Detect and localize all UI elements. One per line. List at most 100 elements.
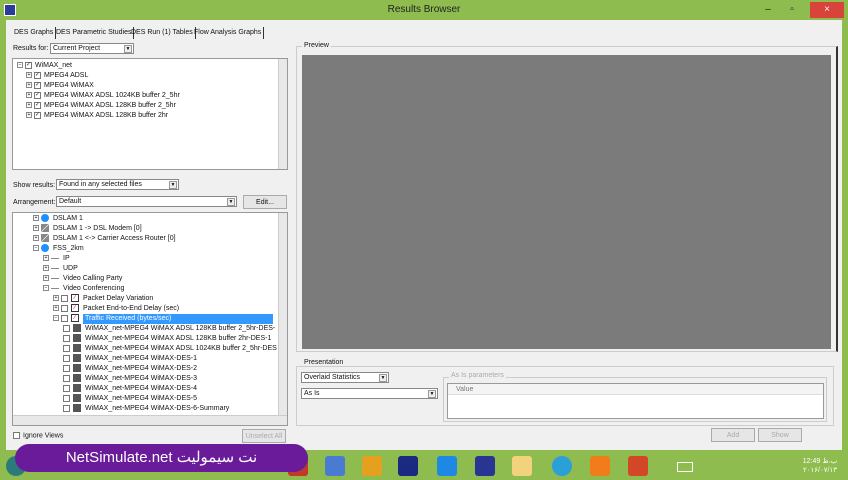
ignore-views-checkbox[interactable]: Ignore Views (13, 432, 63, 439)
statistics-tree-item[interactable]: WiMAX_net-MPEG4 WiMAX-DES-6-Summary (63, 404, 229, 414)
statistics-tree-item[interactable]: + Video Calling Party (43, 274, 122, 284)
presentation-filter-select[interactable]: As Is ▼ (301, 388, 438, 399)
checkbox[interactable]: ✓ (34, 81, 41, 89)
collapse-icon[interactable]: − (53, 315, 59, 322)
statistics-tree-item[interactable]: + ⁄ Packet End-to-End Delay (sec) (53, 304, 179, 314)
checkbox[interactable] (63, 364, 70, 372)
arrangement-select[interactable]: Default ▼ (56, 196, 237, 207)
statistics-tree-item[interactable]: + UDP (43, 264, 78, 274)
r-app-icon[interactable] (590, 456, 610, 476)
opnet-icon[interactable] (398, 456, 418, 476)
item-label: DSLAM 1 <-> Carrier Access Router [0] (53, 235, 176, 242)
file-explorer-icon[interactable] (512, 456, 532, 476)
collapse-icon[interactable]: − (33, 245, 39, 252)
show-button[interactable]: Show (758, 428, 802, 442)
graph-icon: ⁄ (71, 294, 79, 303)
checkbox[interactable] (13, 432, 20, 439)
statistics-tree-item[interactable]: − Video Conferencing (43, 284, 124, 294)
checkbox[interactable] (63, 334, 70, 342)
checkbox[interactable] (61, 314, 68, 322)
powerpoint-icon[interactable] (628, 456, 648, 476)
maximize-button[interactable]: ▫ (782, 2, 802, 18)
telegram-icon[interactable] (552, 456, 572, 476)
keyboard-icon[interactable] (677, 462, 693, 472)
statistics-tree-vscrollbar[interactable] (278, 213, 287, 415)
statistics-tree-item[interactable]: + ⁄ Packet Delay Variation (53, 294, 153, 304)
project-tree-item[interactable]: + ✓ MPEG4 WiMAX ADSL 128KB buffer 2hr (26, 111, 168, 121)
presentation-mode-select[interactable]: Overlaid Statistics ▼ (301, 372, 389, 383)
expand-icon[interactable]: + (26, 92, 32, 99)
edit-button[interactable]: Edit... (243, 195, 287, 209)
parameters-table[interactable]: Value (447, 383, 824, 419)
expand-icon[interactable]: + (26, 82, 32, 89)
checkbox[interactable]: ✓ (34, 91, 41, 99)
expand-icon[interactable]: + (26, 102, 32, 109)
close-button[interactable]: × (810, 2, 844, 18)
statistics-tree-item[interactable]: WiMAX_net-MPEG4 WiMAX-DES-5 (63, 394, 197, 404)
collapse-icon[interactable]: − (43, 285, 49, 292)
checkbox[interactable]: ✓ (34, 71, 41, 79)
show-results-select[interactable]: Found in any selected files ▼ (56, 179, 179, 190)
tab-des-run-tables[interactable]: DES Run (1) Tables (129, 27, 196, 39)
statistics-tree-item[interactable]: − ⁄ Traffic Received (bytes/sec) (53, 314, 287, 324)
checkbox[interactable] (63, 404, 70, 412)
dev-cpp-icon[interactable] (475, 456, 495, 476)
preview-label: Preview (302, 42, 331, 49)
statistics-tree-item[interactable]: + DSLAM 1 (33, 214, 83, 224)
tab-des-graphs[interactable]: DES Graphs (12, 27, 57, 39)
project-tree-item[interactable]: + ✓ MPEG4 WiMAX ADSL 128KB buffer 2_5hr (26, 101, 176, 111)
expand-icon[interactable]: + (33, 225, 39, 232)
statistics-tree-item[interactable]: WiMAX_net-MPEG4 WiMAX-DES-1 (63, 354, 197, 364)
checkbox[interactable] (63, 374, 70, 382)
add-button[interactable]: Add (711, 428, 755, 442)
statistics-tree-item[interactable]: WiMAX_net-MPEG4 WiMAX ADSL 128KB buffer … (63, 334, 271, 344)
expand-icon[interactable]: + (26, 72, 32, 79)
checkbox[interactable] (63, 384, 70, 392)
project-tree-item[interactable]: + ✓ MPEG4 WiMAX (26, 81, 94, 91)
statistics-tree-item[interactable]: WiMAX_net-MPEG4 WiMAX-DES-3 (63, 374, 197, 384)
statistics-tree-item[interactable]: WiMAX_net-MPEG4 WiMAX ADSL 128KB buffer … (63, 324, 275, 334)
bird-app-icon[interactable] (325, 456, 345, 476)
statistics-tree-item[interactable]: WiMAX_net-MPEG4 WiMAX-DES-2 (63, 364, 197, 374)
statistics-tree-item[interactable]: WiMAX_net-MPEG4 WiMAX-DES-4 (63, 384, 197, 394)
expand-icon[interactable]: + (26, 112, 32, 119)
statistics-tree-item[interactable]: − FSS_2km (33, 244, 84, 254)
item-label: WiMAX_net-MPEG4 WiMAX-DES-6-Summary (85, 405, 230, 412)
project-tree-scrollbar[interactable] (278, 59, 287, 169)
project-tree-item[interactable]: + ✓ MPEG4 WiMAX ADSL 1024KB buffer 2_5hr (26, 91, 180, 101)
collapse-icon[interactable]: − (17, 62, 23, 69)
expand-icon[interactable]: + (33, 215, 39, 222)
expand-icon[interactable]: + (53, 305, 59, 312)
checkbox[interactable] (61, 304, 68, 312)
tab-des-parametric-studies[interactable]: DES Parametric Studies (54, 27, 135, 39)
statistics-tree-item[interactable]: WiMAX_net-MPEG4 WiMAX ADSL 1024KB buffer… (63, 344, 277, 354)
checkbox[interactable]: ✓ (34, 101, 41, 109)
expand-icon[interactable]: + (43, 265, 49, 272)
checkbox[interactable] (63, 394, 70, 402)
checkbox[interactable] (63, 324, 70, 332)
system-clock[interactable]: 12:49 ب.ظ ۲۰۱۶/۰۷/۱۳ (800, 457, 840, 475)
teamviewer-icon[interactable] (437, 456, 457, 476)
statistics-tree-hscrollbar[interactable] (13, 415, 287, 425)
expand-icon[interactable]: + (43, 275, 49, 282)
checkbox[interactable] (63, 344, 70, 352)
project-tree-item[interactable]: + ✓ MPEG4 ADSL (26, 71, 88, 81)
statistics-tree-item[interactable]: + IP (43, 254, 70, 264)
ignore-views-label: Ignore Views (23, 432, 64, 440)
checkbox[interactable] (61, 294, 68, 302)
results-for-select[interactable]: Current Project ▼ (50, 43, 134, 54)
checkbox[interactable]: ✓ (25, 61, 32, 69)
checkbox[interactable] (63, 354, 70, 362)
expand-icon[interactable]: + (53, 295, 59, 302)
minimize-button[interactable]: – (758, 2, 778, 18)
statistics-tree-item[interactable]: + DSLAM 1 <-> Carrier Access Router [0] (33, 234, 176, 244)
tab-flow-analysis-graphs[interactable]: Flow Analysis Graphs (192, 27, 265, 39)
project-tree-item[interactable]: − ✓ WiMAX_net (17, 61, 72, 71)
statistics-tree-item[interactable]: + DSLAM 1 -> DSL Modem [0] (33, 224, 142, 234)
window-title: Results Browser (387, 4, 461, 15)
unselect-all-button[interactable]: Unselect All (242, 429, 286, 443)
expand-icon[interactable]: + (33, 235, 39, 242)
expand-icon[interactable]: + (43, 255, 49, 262)
window-app-icon[interactable] (362, 456, 382, 476)
checkbox[interactable]: ✓ (34, 111, 41, 119)
